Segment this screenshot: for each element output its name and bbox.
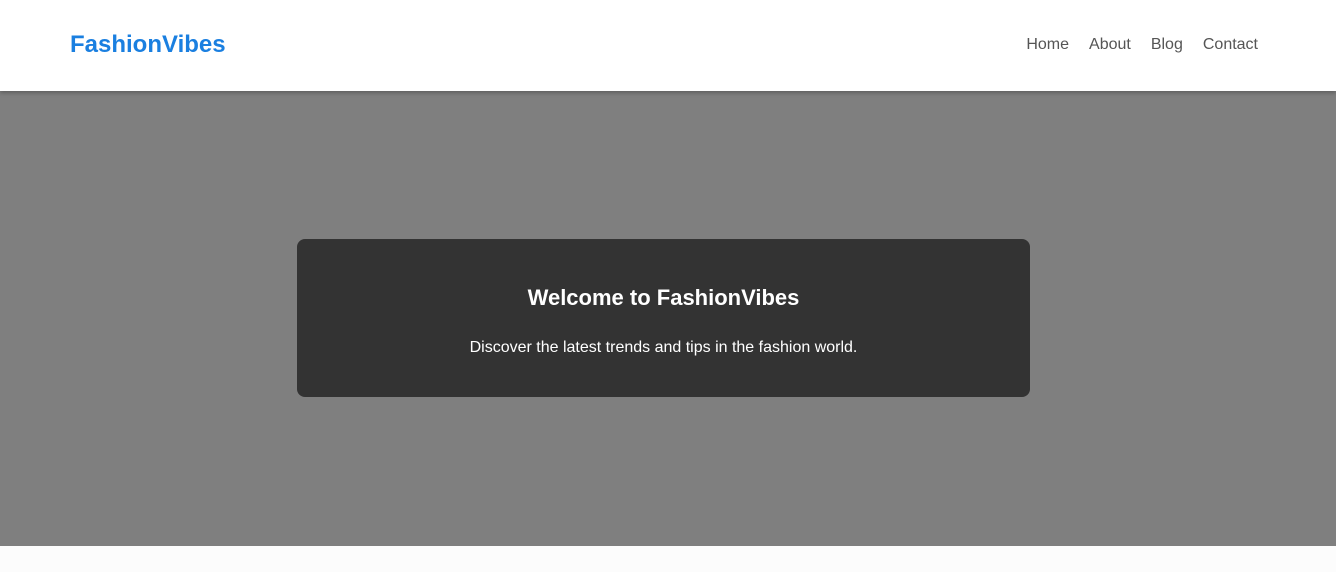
nav-about-link[interactable]: About	[1089, 36, 1131, 54]
site-header: FashionVibes Home About Blog Contact	[0, 0, 1336, 91]
hero-section: Welcome to FashionVibes Discover the lat…	[0, 91, 1336, 546]
hero-title: Welcome to FashionVibes	[527, 285, 800, 310]
page-content-start	[0, 546, 1336, 572]
nav-contact-link[interactable]: Contact	[1203, 36, 1258, 54]
nav-blog-link[interactable]: Blog	[1151, 36, 1183, 54]
hero-card: Welcome to FashionVibes Discover the lat…	[297, 239, 1030, 397]
site-logo[interactable]: FashionVibes	[70, 31, 226, 59]
nav-home-link[interactable]: Home	[1026, 36, 1069, 54]
hero-subtitle: Discover the latest trends and tips in t…	[469, 339, 858, 356]
main-nav: Home About Blog Contact	[1026, 36, 1258, 54]
